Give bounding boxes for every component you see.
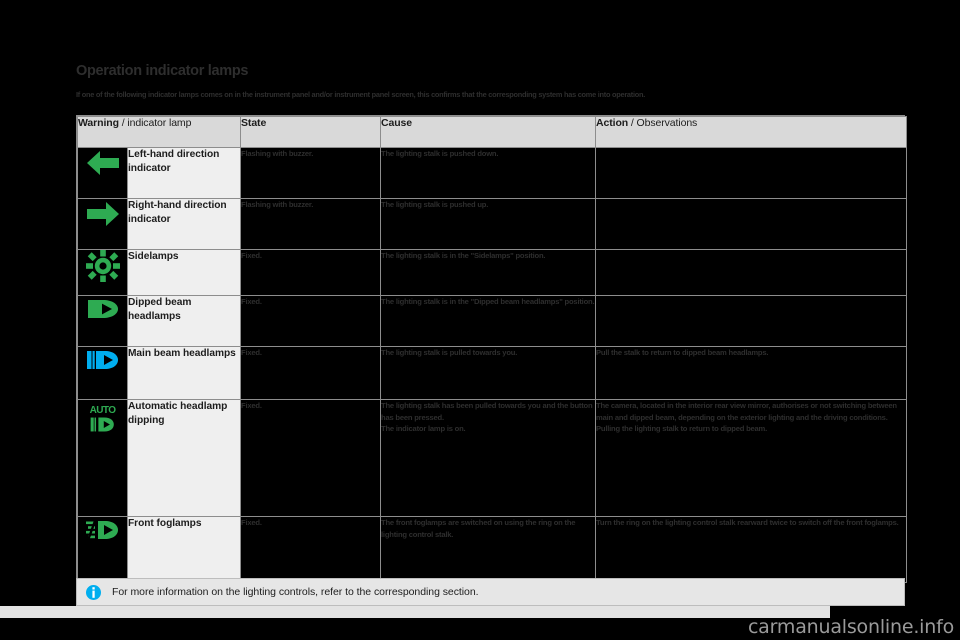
lamp-cause-line-1: The lighting stalk has been pulled towar… [381,401,593,422]
lamp-cause: The front foglamps are switched on using… [380,516,597,583]
lamp-cause: The lighting stalk is pushed up. [380,198,597,250]
dipped-beam-icon [85,296,121,322]
lamp-name: Dipped beam headlamps [126,295,242,347]
lamp-state: Fixed. [240,399,382,517]
manual-page: Operation indicator lamps If one of the … [0,0,960,640]
column-header-state: State [240,116,382,148]
cell-icon [77,346,128,400]
lamp-name: Front foglamps [126,516,242,583]
indicator-lamp-table: Warning / indicator lamp State Cause Act… [76,115,908,584]
cell-icon [77,147,128,199]
lamp-state: Fixed. [240,346,382,400]
lamp-name: Left-hand direction indicator [126,147,242,199]
column-header-action: Action / Observations [595,116,908,148]
cell-icon [77,198,128,250]
table-row: Sidelamps Fixed. The lighting stalk is i… [77,249,908,296]
lamp-name: Automatic headlamp dipping [126,399,242,517]
site-watermark: carmanualsonline.info [747,616,954,638]
main-beam-icon [85,347,121,373]
lamp-action [595,147,908,199]
column-header-action-rest: / Observations [628,117,698,129]
lamp-name: Sidelamps [126,249,242,296]
heading-block: Operation indicator lamps If one of the … [76,62,906,100]
column-header-cause: Cause [380,116,597,148]
lamp-name: Main beam headlamps [126,346,242,400]
cell-icon [77,516,128,583]
cell-icon: AUTO [77,399,128,517]
lamp-state: Fixed. [240,249,382,296]
lamp-action: The camera, located in the interior rear… [595,399,908,517]
lamp-state: Flashing with buzzer. [240,198,382,250]
table-header-row: Warning / indicator lamp State Cause Act… [76,116,908,148]
lamp-name: Right-hand direction indicator [126,198,242,250]
column-header-action-bold: Action [596,117,629,129]
lamp-state: Fixed. [240,516,382,583]
front-foglamps-icon [85,517,121,543]
column-header-warning-rest: / indicator lamp [118,117,192,129]
sidelamps-icon [85,250,120,282]
lamp-action-line-1: The camera, located in the interior rear… [596,401,897,422]
lamp-state: Flashing with buzzer. [240,147,382,199]
info-icon [86,584,101,600]
turn-signal-left-icon [85,148,121,178]
table-row: Main beam headlamps Fixed. The lighting … [77,346,908,400]
lamp-action-line-2: Pulling the lighting stalk to return to … [596,424,768,433]
lamp-cause-line-2: The indicator lamp is on. [381,424,466,433]
lamp-action [595,198,908,250]
table-row: Right-hand direction indicator Flashing … [77,198,908,250]
info-note-text: For more information on the lighting con… [112,586,479,598]
table-row: Left-hand direction indicator Flashing w… [77,147,908,199]
page-bottom-plate [0,606,830,618]
page-title: Operation indicator lamps [76,63,249,79]
cell-icon [77,295,128,347]
lamp-action [595,295,908,347]
column-header-warning-lamp: Warning / indicator lamp [76,116,242,148]
lamp-action: Pull the stalk to return to dipped beam … [595,346,908,400]
lamp-cause: The lighting stalk is pushed down. [380,147,597,199]
lamp-cause: The lighting stalk has been pulled towar… [380,399,597,517]
lamp-state: Fixed. [240,295,382,347]
lamp-cause: The lighting stalk is in the "Dipped bea… [380,295,597,347]
cell-icon [77,249,128,296]
lamp-action [595,249,908,296]
automatic-headlamp-dipping-icon: AUTO [78,406,127,433]
turn-signal-right-icon [85,199,121,229]
table-row: Dipped beam headlamps Fixed. The lightin… [77,295,908,347]
lamp-cause: The lighting stalk is pulled towards you… [380,346,597,400]
auto-label: AUTO [89,405,116,416]
table-row: Front foglamps Fixed. The front foglamps… [77,516,908,583]
lamp-cause: The lighting stalk is in the "Sidelamps"… [380,249,597,296]
info-note-bar: For more information on the lighting con… [76,578,905,606]
table-row: AUTO Automatic headlamp dipping Fixed. T… [77,399,908,517]
page-subtitle: If one of the following indicator lamps … [76,90,646,99]
lamp-action: Turn the ring on the lighting control st… [595,516,908,583]
column-header-warning-bold: Warning [78,117,119,129]
